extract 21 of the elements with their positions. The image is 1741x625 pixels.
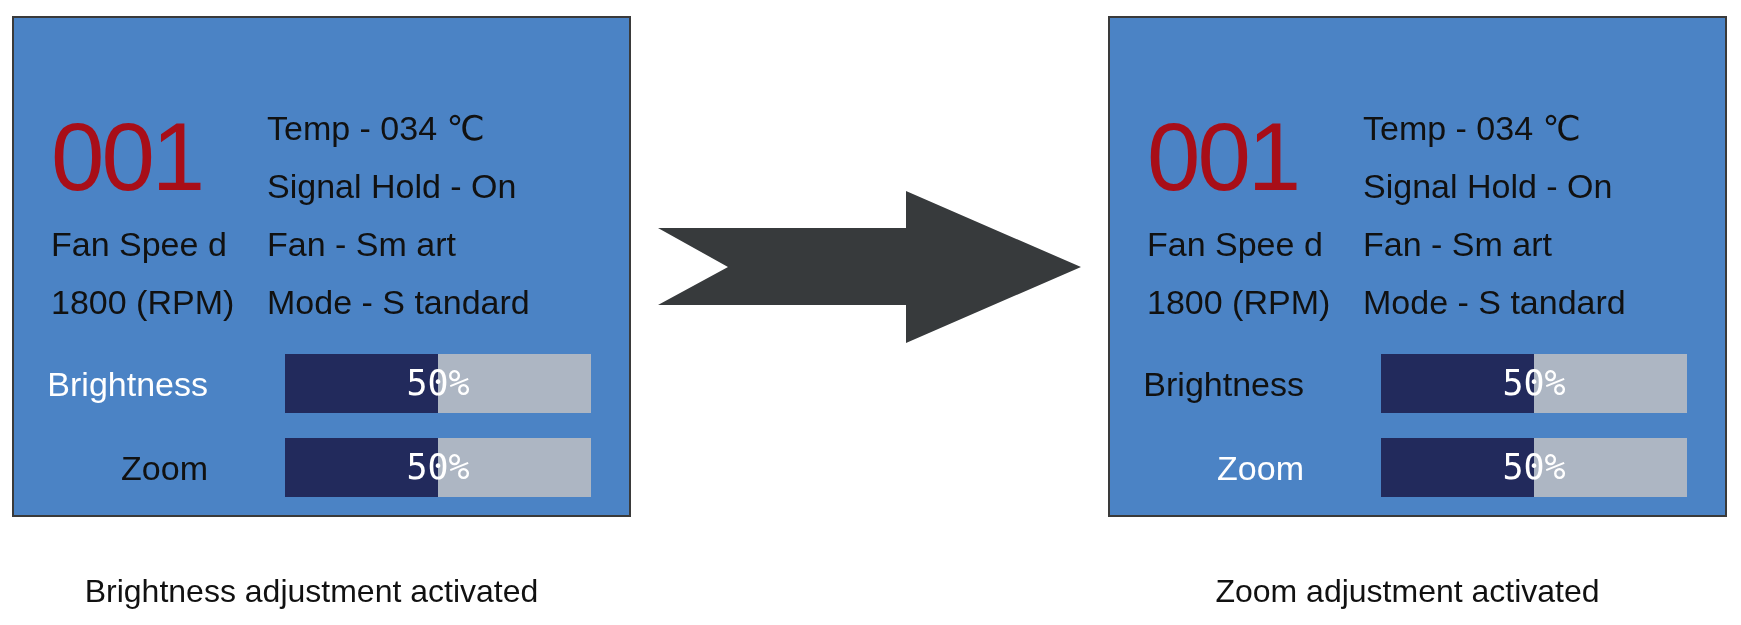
adjustment-label: Brightness bbox=[47, 363, 208, 404]
caption-text: Zoom adjustment activated bbox=[1215, 573, 1600, 610]
fan-speed-text: Fan Spee d bbox=[1147, 224, 1323, 265]
setting-text: Temp - 034 ℃ bbox=[1363, 108, 1581, 149]
setting-text: Signal Hold - On bbox=[267, 166, 517, 207]
setting-text: Fan - Sm art bbox=[267, 224, 456, 265]
right-arrow-icon bbox=[658, 190, 1081, 343]
setting-text: Temp - 034 ℃ bbox=[267, 108, 485, 149]
setting-text: Signal Hold - On bbox=[1363, 166, 1613, 207]
fan-speed-text: 1800 (RPM) bbox=[51, 282, 235, 323]
channel-number: 001 bbox=[1147, 109, 1299, 205]
adjustment-label: Zoom bbox=[121, 447, 208, 488]
adjustment-label: Brightness bbox=[1143, 363, 1304, 404]
fan-speed-text: 1800 (RPM) bbox=[1147, 282, 1331, 323]
fan-speed-text: Fan Spee d bbox=[51, 224, 227, 265]
setting-text: Mode - S tandard bbox=[1363, 282, 1626, 323]
channel-number: 001 bbox=[51, 109, 203, 205]
adjustment-label: Zoom bbox=[1217, 447, 1304, 488]
setting-text: Fan - Sm art bbox=[1363, 224, 1552, 265]
setting-text: Mode - S tandard bbox=[267, 282, 530, 323]
caption-text: Brightness adjustment activated bbox=[84, 573, 539, 610]
